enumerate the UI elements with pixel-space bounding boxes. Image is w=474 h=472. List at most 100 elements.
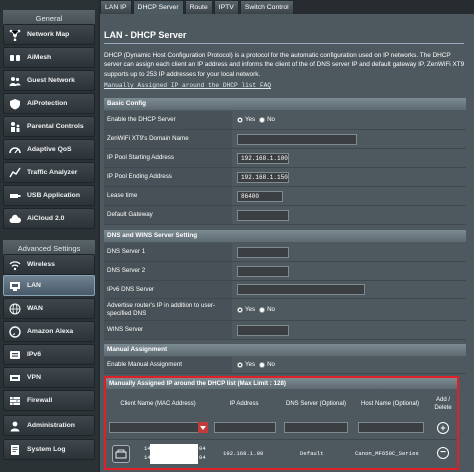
sidebar-item-wireless[interactable]: Wireless [3,254,95,275]
sidebar-item-network-map[interactable]: Network Map [3,24,95,45]
dns-wins-header: DNS and WINS Server Setting [104,230,466,242]
tab-route[interactable]: Route [184,0,213,14]
ip-pool-end-label: IP Pool Ending Address [107,173,172,180]
sidebar-item-label: Traffic Analyzer [27,169,78,176]
sidebar-item-firewall[interactable]: Firewall [3,390,95,411]
sidebar-item-label: WAN [27,305,43,312]
administration-icon [8,419,22,433]
client-device-icon[interactable] [112,445,130,463]
dns2-input[interactable] [237,266,289,277]
sidebar-item-aicloud[interactable]: AiCloud 2.0 [3,208,95,229]
wins-row: WINS Server [104,321,466,340]
plus-icon: + [440,422,446,433]
tab-lan-ip[interactable]: LAN IP [100,0,132,14]
sidebar-item-label: AiCloud 2.0 [27,215,65,222]
sidebar-item-wan[interactable]: WAN [3,298,95,319]
sidebar-item-traffic-analyzer[interactable]: Traffic Analyzer [3,162,95,183]
radio-no-label: No [267,361,276,368]
sidebar-item-amazon-alexa[interactable]: Amazon Alexa [3,321,95,342]
client-dns-value: Default [300,450,324,457]
default-gateway-row: Default Gateway [104,206,466,225]
main-panel: LAN - DHCP Server DHCP (Dynamic Host Con… [100,14,474,472]
wins-input[interactable] [237,325,289,336]
traffic-analyzer-icon [8,166,22,180]
enable-dhcp-no-radio[interactable] [259,116,266,123]
enable-dhcp-row: Enable the DHCP Server Yes No [104,111,466,130]
tab-iptv[interactable]: IPTV [213,0,239,14]
usb-icon [8,189,22,203]
enable-dhcp-label: Enable the DHCP Server [107,116,176,123]
sidebar-item-aiprotection[interactable]: AiProtection [3,93,95,114]
sidebar-item-adaptive-qos[interactable]: Adaptive QoS [3,139,95,160]
shield-icon [8,97,22,111]
dns1-row: DNS Server 1 [104,243,466,262]
dns1-input[interactable] [237,247,289,258]
sidebar-item-label: LAN [27,282,41,289]
client-mac-suffix-1: 04 [199,445,206,452]
advertise-dns-yes-radio[interactable] [237,306,243,313]
column-dns-server: DNS Server (Optional) [285,401,347,407]
sidebar-item-label: Guest Network [27,77,75,84]
sidebar-item-vpn[interactable]: VPN [3,367,95,388]
enable-manual-row: Enable Manual Assignment Yes No [104,357,466,374]
ipv6-icon [8,348,22,362]
radio-yes-label: Yes [245,306,256,313]
client-mac-suffix-2: 04 [199,454,206,461]
sidebar-item-label: Adaptive QoS [27,146,72,153]
domain-name-row: ZenWiFi XT9's Domain Name [104,130,466,149]
enable-manual-yes-radio[interactable] [237,361,243,368]
page-description: DHCP (Dynamic Host Configuration Protoco… [104,52,465,78]
ip-pool-end-input[interactable]: 192.168.1.150 [237,172,289,183]
enable-dhcp-radio-group: Yes No [237,116,275,123]
sidebar-item-aimesh[interactable]: AiMesh [3,47,95,68]
add-entry-button[interactable]: + [437,422,449,434]
new-ip-address-input[interactable] [214,422,276,433]
faq-link[interactable]: Manually Assigned IP around the DHCP lis… [104,82,271,89]
ip-pool-start-label: IP Pool Starting Address [107,154,174,161]
title-divider [104,43,464,44]
minus-icon: − [440,447,446,458]
ipv6-dns-input[interactable] [237,284,365,295]
qos-icon [8,143,22,157]
guest-network-icon [8,74,22,88]
tab-switch-control[interactable]: Switch Control [239,0,294,14]
new-client-mac-input[interactable] [109,422,204,433]
column-add-delete: Add / Delete [434,397,452,411]
sidebar-item-label: IPv6 [27,351,41,358]
client-ip-value: 192.168.1.99 [223,450,264,457]
default-gateway-input[interactable] [237,210,289,221]
sidebar-item-label: VPN [27,374,41,381]
lan-icon [8,279,22,293]
client-list-dropdown-button[interactable] [198,422,208,433]
sidebar-item-label: Parental Controls [27,123,84,130]
globe-icon [8,302,22,316]
manual-ip-table-header: Manually Assigned IP around the DHCP lis… [106,378,457,389]
parental-controls-icon [8,120,22,134]
new-dns-server-input[interactable] [284,422,348,433]
sidebar-item-ipv6[interactable]: IPv6 [3,344,95,365]
tab-dhcp-server[interactable]: DHCP Server [132,0,184,14]
manual-assignment-header: Manual Assignment [104,344,466,356]
domain-name-label: ZenWiFi XT9's Domain Name [107,135,189,142]
advertise-dns-radio-group: Yes No [237,306,275,313]
wins-label: WINS Server [107,326,144,333]
radio-no-label: No [267,306,276,313]
redacted-block [150,444,198,464]
enable-manual-no-radio[interactable] [259,361,266,368]
sidebar-item-guest-network[interactable]: Guest Network [3,70,95,91]
enable-dhcp-yes-radio[interactable] [237,116,243,123]
lease-time-input[interactable]: 86400 [237,191,283,202]
sidebar-item-system-log[interactable]: System Log [3,439,95,460]
new-host-name-input[interactable] [358,422,424,433]
sidebar-item-parental-controls[interactable]: Parental Controls [3,116,95,137]
sidebar-item-lan[interactable]: LAN [3,275,95,296]
sidebar-item-administration[interactable]: Administration [3,415,95,436]
delete-entry-button[interactable]: − [437,447,449,459]
chevron-down-icon [200,425,206,430]
advertise-dns-no-radio[interactable] [259,306,266,313]
column-host-name: Host Name (Optional) [360,401,420,407]
lease-time-row: Lease time 86400 [104,187,466,206]
domain-name-input[interactable] [237,134,357,145]
ip-pool-start-input[interactable]: 192.168.1.100 [237,153,289,164]
sidebar-item-usb-application[interactable]: USB Application [3,185,95,206]
